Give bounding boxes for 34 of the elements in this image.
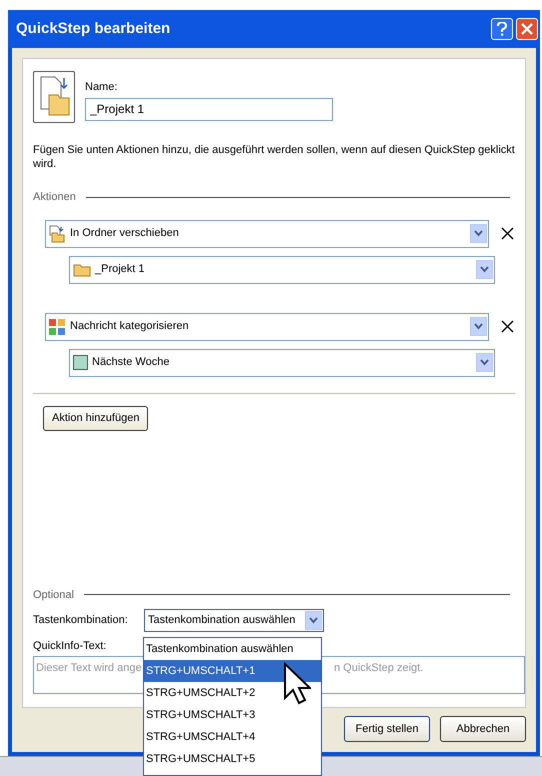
folder-icon [73,262,91,276]
help-button[interactable] [491,18,513,40]
section-heading: Optional [33,588,74,602]
close-icon [521,23,533,35]
remove-action-button[interactable] [499,226,515,242]
close-button[interactable] [516,18,538,40]
add-action-button[interactable]: Aktion hinzufügen [43,406,148,430]
categories-icon [48,318,66,336]
dropdown-option[interactable]: STRG+UMSCHALT+5 [144,748,321,770]
tooltip-label: QuickInfo-Text: [33,639,106,654]
quickstep-icon [33,71,75,123]
action-dropdown[interactable]: In Ordner verschieben [45,220,490,248]
remove-action-button[interactable] [499,318,515,334]
close-icon [500,227,514,240]
name-field[interactable]: _Projekt 1 [85,98,333,120]
mouse-pointer-icon [283,662,311,706]
move-to-folder-icon [48,224,66,242]
option-dropdown[interactable]: Nächste Woche [69,348,495,376]
name-label: Name: [85,80,118,95]
shortcut-label: Tastenkombination: [33,613,129,628]
placeholder-text: n QuickStep zeigt. [334,660,424,676]
action-dropdown[interactable]: Nachricht kategorisieren [45,312,490,340]
section-heading: Aktionen [33,190,76,205]
dropdown-option[interactable]: STRG+UMSCHALT+1 [144,660,321,682]
window-title: QuickStep bearbeiten [16,18,172,39]
shortcut-dropdown[interactable]: Tastenkombination auswählen [144,609,324,632]
option-dropdown[interactable]: _Projekt 1 [69,256,495,284]
close-icon [500,320,514,333]
finish-button[interactable]: Fertig stellen [344,716,430,742]
help-icon [497,22,507,36]
dropdown-option[interactable]: STRG+UMSCHALT+4 [144,726,321,748]
cancel-button[interactable]: Abbrechen [440,716,526,742]
dropdown-option[interactable]: STRG+UMSCHALT+3 [144,704,321,726]
instructions-text: Fügen Sie unten Aktionen hinzu, die ausgeführt werden sollen, wenn auf diesen QuickStep geklickt wird. [33,143,516,171]
